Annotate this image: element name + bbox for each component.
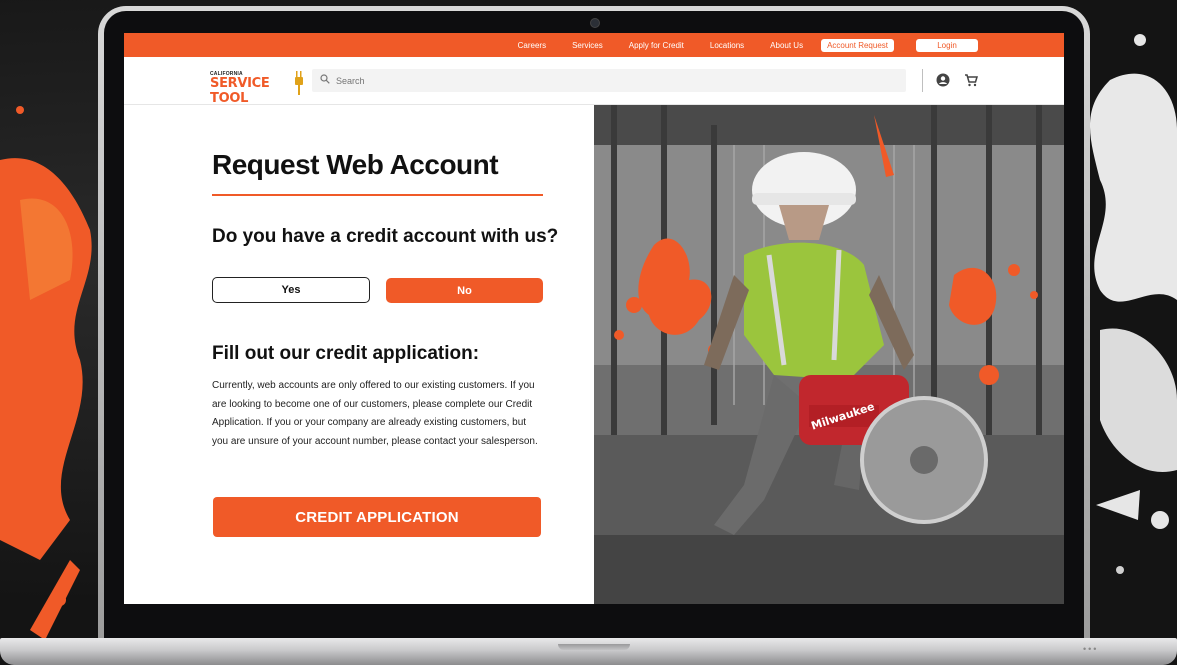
main-content: Request Web Account Do you have a credit… [124, 105, 1064, 604]
site-header: CALIFORNIA SERVICE TOOL [124, 57, 1064, 106]
nav-link-services[interactable]: Services [572, 41, 603, 50]
account-circle-icon[interactable] [936, 73, 950, 87]
account-request-button[interactable]: Account Request [821, 38, 894, 52]
laptop-base [0, 638, 1177, 665]
credit-application-heading: Fill out our credit application: [212, 343, 480, 364]
laptop-status-dots: ••• [1083, 644, 1099, 654]
search-icon [320, 74, 336, 87]
cart-icon[interactable] [964, 73, 978, 87]
title-underline [212, 194, 543, 196]
hero-image: Milwaukee [594, 105, 1064, 604]
nav-link-careers[interactable]: Careers [518, 41, 546, 50]
credit-account-question: Do you have a credit account with us? [212, 226, 559, 247]
search-bar[interactable] [312, 69, 906, 92]
credit-application-button[interactable]: CREDIT APPLICATION [213, 497, 541, 537]
laptop-notch [558, 644, 630, 650]
credit-application-description: Currently, web accounts are only offered… [212, 380, 538, 447]
site-logo[interactable]: CALIFORNIA SERVICE TOOL [210, 69, 306, 106]
yes-button[interactable]: Yes [212, 277, 370, 303]
camera-icon [590, 18, 600, 28]
search-input[interactable] [336, 75, 876, 86]
header-divider [922, 69, 923, 92]
page-title: Request Web Account [212, 149, 499, 180]
nav-link-apply-for-credit[interactable]: Apply for Credit [629, 41, 684, 50]
nav-link-locations[interactable]: Locations [710, 41, 744, 50]
login-button[interactable]: Login [916, 38, 978, 52]
nav-link-about-us[interactable]: About Us [770, 41, 803, 50]
top-nav-bar: Careers Services Apply for Credit Locati… [124, 33, 1064, 57]
plug-icon [295, 71, 303, 95]
no-button[interactable]: No [386, 278, 543, 303]
account-request-panel: Request Web Account Do you have a credit… [124, 105, 594, 604]
browser-screen: Careers Services Apply for Credit Locati… [124, 33, 1064, 604]
construction-worker-image: Milwaukee [594, 105, 1064, 604]
logo-big-text: SERVICE TOOL [210, 76, 270, 106]
